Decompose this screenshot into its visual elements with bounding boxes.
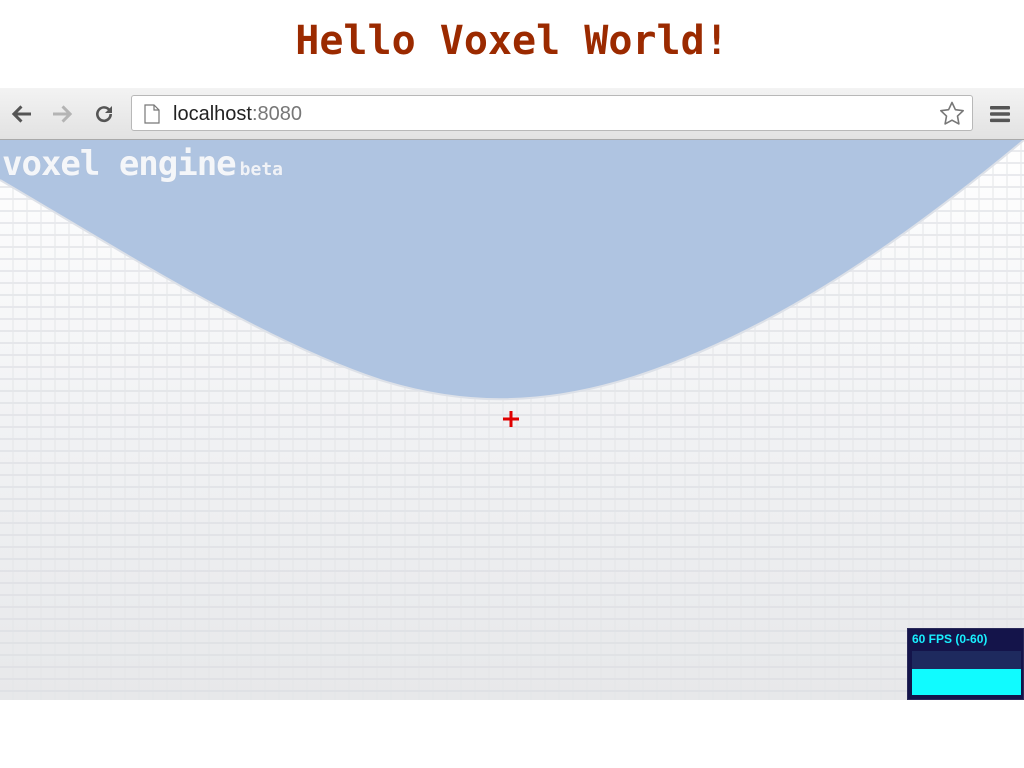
star-icon[interactable] [938, 100, 966, 128]
back-button[interactable] [8, 100, 36, 128]
game-viewport[interactable]: voxel engine beta 60 FPS (0-60) [0, 140, 1024, 700]
url-text[interactable]: localhost:8080 [173, 103, 302, 125]
engine-logo: voxel engine beta [2, 144, 283, 184]
browser-window: localhost:8080 voxel engine beta 60 FPS … [0, 88, 1024, 700]
browser-toolbar: localhost:8080 [0, 88, 1024, 140]
crosshair-icon [503, 411, 519, 427]
slide-title: Hello Voxel World! [295, 18, 729, 64]
fps-graph [912, 651, 1021, 695]
page-icon [144, 104, 160, 124]
reload-icon [96, 106, 113, 123]
url-host: localhost [173, 103, 252, 125]
fps-graph-fill [912, 668, 1021, 695]
arrow-right-icon [53, 105, 73, 123]
engine-logo-text: voxel engine [2, 144, 237, 184]
forward-button[interactable] [48, 100, 76, 128]
fps-label: 60 FPS (0-60) [912, 632, 988, 646]
hamburger-menu-icon[interactable] [988, 102, 1012, 126]
address-bar[interactable]: localhost:8080 [131, 95, 973, 131]
fps-meter: 60 FPS (0-60) [907, 628, 1024, 700]
url-port: :8080 [251, 103, 302, 125]
arrow-left-icon [11, 105, 32, 123]
beta-badge: beta [239, 159, 283, 180]
reload-button[interactable] [90, 100, 118, 128]
